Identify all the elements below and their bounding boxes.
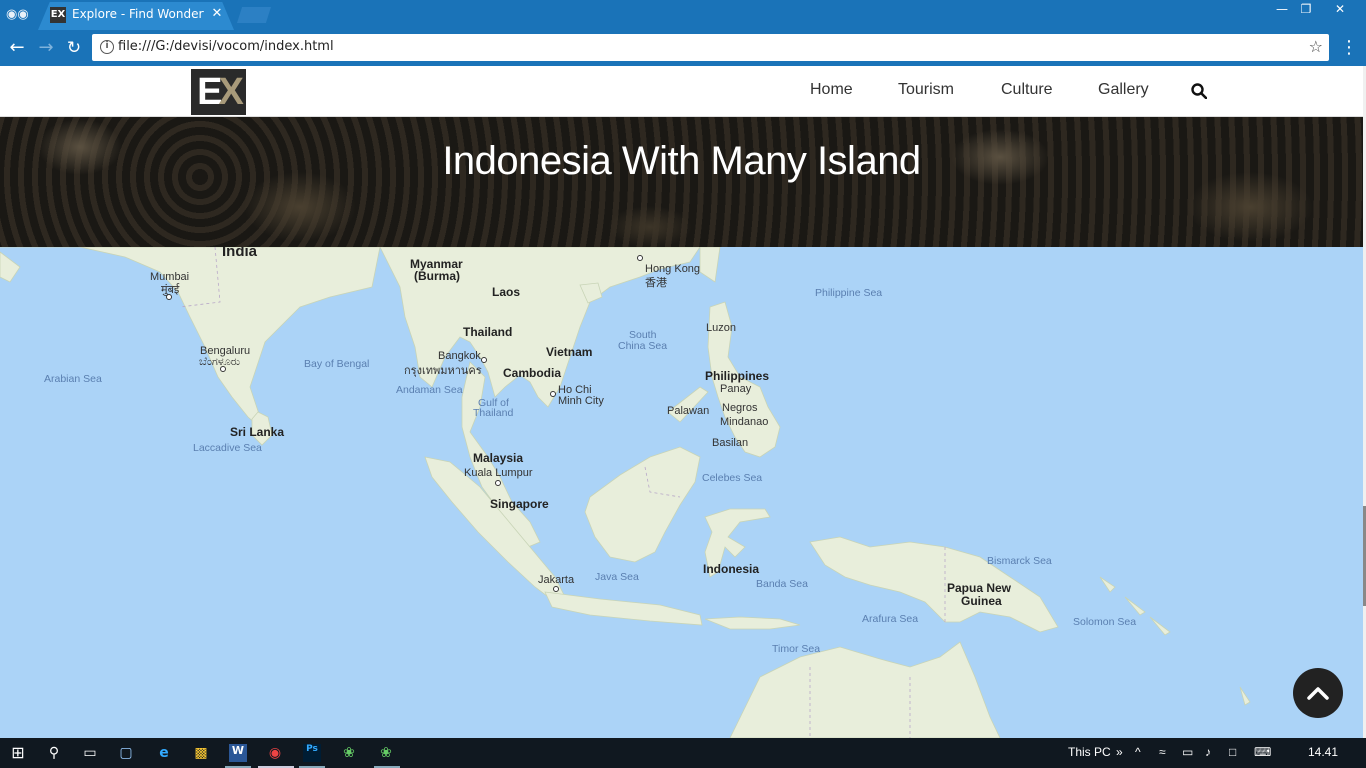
- url-text[interactable]: file:///G:/devisi/vocom/index.html: [118, 39, 334, 54]
- tray-label[interactable]: This PC: [1068, 745, 1111, 759]
- logo-letter-x: X: [218, 71, 244, 113]
- back-button[interactable]: ←: [6, 38, 28, 58]
- app-icon[interactable]: ❀: [340, 744, 358, 762]
- site-logo[interactable]: EX: [191, 69, 246, 115]
- windows-start-icon[interactable]: ⊞: [9, 744, 27, 762]
- wifi-icon[interactable]: ≈: [1159, 745, 1166, 759]
- volume-icon[interactable]: ♪: [1205, 745, 1211, 759]
- tab-close-icon[interactable]: ✕: [210, 6, 224, 22]
- notification-icon[interactable]: □: [1229, 745, 1236, 759]
- city-marker[interactable]: [550, 391, 556, 397]
- label-srilanka: Sri Lanka: [230, 425, 285, 439]
- label-philippine-sea: Philippine Sea: [815, 287, 883, 299]
- city-marker[interactable]: [166, 294, 172, 300]
- label-png-2: Guinea: [961, 594, 1002, 608]
- label-arabian-sea: Arabian Sea: [44, 373, 102, 385]
- chevron-up-icon: [1307, 687, 1329, 700]
- map-land: [0, 247, 1251, 738]
- forward-button[interactable]: →: [35, 38, 57, 58]
- label-panay: Panay: [720, 383, 752, 395]
- label-arafura-sea: Arafura Sea: [862, 613, 919, 625]
- nav-home[interactable]: Home: [810, 81, 853, 99]
- label-celebes-sea: Celebes Sea: [702, 472, 763, 484]
- label-solomon-sea: Solomon Sea: [1073, 616, 1137, 628]
- chevron-up-tray-icon[interactable]: ^: [1135, 745, 1141, 759]
- nav-tourism[interactable]: Tourism: [898, 81, 954, 99]
- window-close-icon[interactable]: ✕: [1326, 1, 1354, 17]
- logo-letter-e: E: [197, 71, 222, 113]
- city-marker[interactable]: [220, 366, 226, 372]
- incognito-icon: ◉◉: [6, 7, 29, 22]
- label-bangkok-local: กรุงเทพมหานคร: [404, 365, 482, 377]
- hero-banner: Indonesia With Many Island: [0, 117, 1363, 247]
- label-mindanao: Mindanao: [720, 416, 769, 428]
- label-laos: Laos: [492, 285, 521, 299]
- label-luzon: Luzon: [706, 322, 736, 334]
- info-icon[interactable]: i: [100, 40, 114, 54]
- label-jakarta: Jakarta: [538, 574, 575, 586]
- label-india: India: [222, 247, 258, 260]
- file-explorer-icon[interactable]: ▩: [192, 744, 210, 762]
- label-hochiminh-2: Minh City: [558, 395, 604, 407]
- label-bay-of-bengal: Bay of Bengal: [304, 358, 370, 370]
- label-negros: Negros: [722, 402, 758, 414]
- map-view[interactable]: India Myanmar (Burma) Laos Thailand Viet…: [0, 247, 1363, 738]
- label-basilan: Basilan: [712, 437, 749, 449]
- label-myanmar-sub: (Burma): [414, 269, 461, 283]
- new-tab-button[interactable]: [237, 7, 271, 23]
- nav-culture[interactable]: Culture: [1001, 81, 1053, 99]
- label-andaman-sea: Andaman Sea: [396, 384, 463, 396]
- toolbar-expand-icon[interactable]: »: [1116, 745, 1123, 759]
- nav-gallery[interactable]: Gallery: [1098, 81, 1149, 99]
- tab-title[interactable]: Explore - Find Wonderful: [72, 7, 204, 23]
- label-timor-sea: Timor Sea: [772, 643, 821, 655]
- city-marker[interactable]: [637, 255, 643, 261]
- browser-toolbar: ← → ↻ i file:///G:/devisi/vocom/index.ht…: [0, 30, 1366, 66]
- label-indonesia: Indonesia: [703, 562, 760, 576]
- label-banda-sea: Banda Sea: [756, 578, 808, 590]
- label-bismarck-sea: Bismarck Sea: [987, 555, 1052, 567]
- label-malaysia: Malaysia: [473, 451, 524, 465]
- clock[interactable]: 14.41: [1308, 745, 1338, 759]
- label-hongkong-local: 香港: [645, 277, 667, 289]
- virtualbox-icon[interactable]: ▢: [117, 744, 135, 762]
- label-philippines: Philippines: [705, 369, 770, 383]
- browser-menu-icon[interactable]: ⋮: [1340, 37, 1358, 59]
- word-icon[interactable]: W: [229, 744, 247, 762]
- battery-icon[interactable]: ▭: [1182, 745, 1193, 759]
- search-taskbar-icon[interactable]: ⚲: [45, 744, 63, 762]
- label-png-1: Papua New: [947, 581, 1012, 595]
- label-kualalumpur: Kuala Lumpur: [464, 467, 533, 479]
- label-vietnam: Vietnam: [546, 345, 593, 359]
- label-south-china-2: China Sea: [618, 340, 668, 352]
- address-bar[interactable]: i file:///G:/devisi/vocom/index.html ☆: [92, 34, 1329, 61]
- label-laccadive-sea: Laccadive Sea: [193, 442, 262, 454]
- browser-titlebar: ◉◉ EX Explore - Find Wonderful ✕ — ❐ ✕: [0, 0, 1366, 30]
- label-gulf-2: Thailand: [473, 407, 514, 419]
- star-icon[interactable]: ☆: [1309, 37, 1323, 56]
- back-to-top-button[interactable]: [1293, 668, 1343, 718]
- label-java-sea: Java Sea: [595, 571, 639, 583]
- tab-favicon: EX: [50, 7, 66, 23]
- reload-button[interactable]: ↻: [63, 38, 85, 58]
- city-marker[interactable]: [481, 357, 487, 363]
- task-view-icon[interactable]: ▭: [81, 744, 99, 762]
- label-singapore: Singapore: [490, 497, 549, 511]
- chrome-icon[interactable]: ◉: [266, 744, 284, 762]
- windows-taskbar: ⊞ ⚲ ▭ ▢ e ▩ W ◉ Ps ❀ ❀ This PC » ^ ≈ ▭ ♪…: [0, 738, 1366, 768]
- keyboard-icon[interactable]: ⌨: [1254, 745, 1271, 759]
- restore-icon[interactable]: ❐: [1292, 1, 1320, 17]
- photoshop-icon[interactable]: Ps: [303, 744, 321, 762]
- edge-icon[interactable]: e: [155, 744, 173, 762]
- search-icon[interactable]: [1191, 83, 1207, 99]
- city-marker[interactable]: [495, 480, 501, 486]
- site-header: EX Home Tourism Culture Gallery: [0, 66, 1363, 117]
- label-thailand: Thailand: [463, 325, 513, 339]
- app-icon[interactable]: ❀: [377, 744, 395, 762]
- label-palawan: Palawan: [667, 405, 710, 417]
- city-marker[interactable]: [553, 586, 559, 592]
- banner-title: Indonesia With Many Island: [442, 139, 921, 183]
- label-cambodia: Cambodia: [503, 366, 562, 380]
